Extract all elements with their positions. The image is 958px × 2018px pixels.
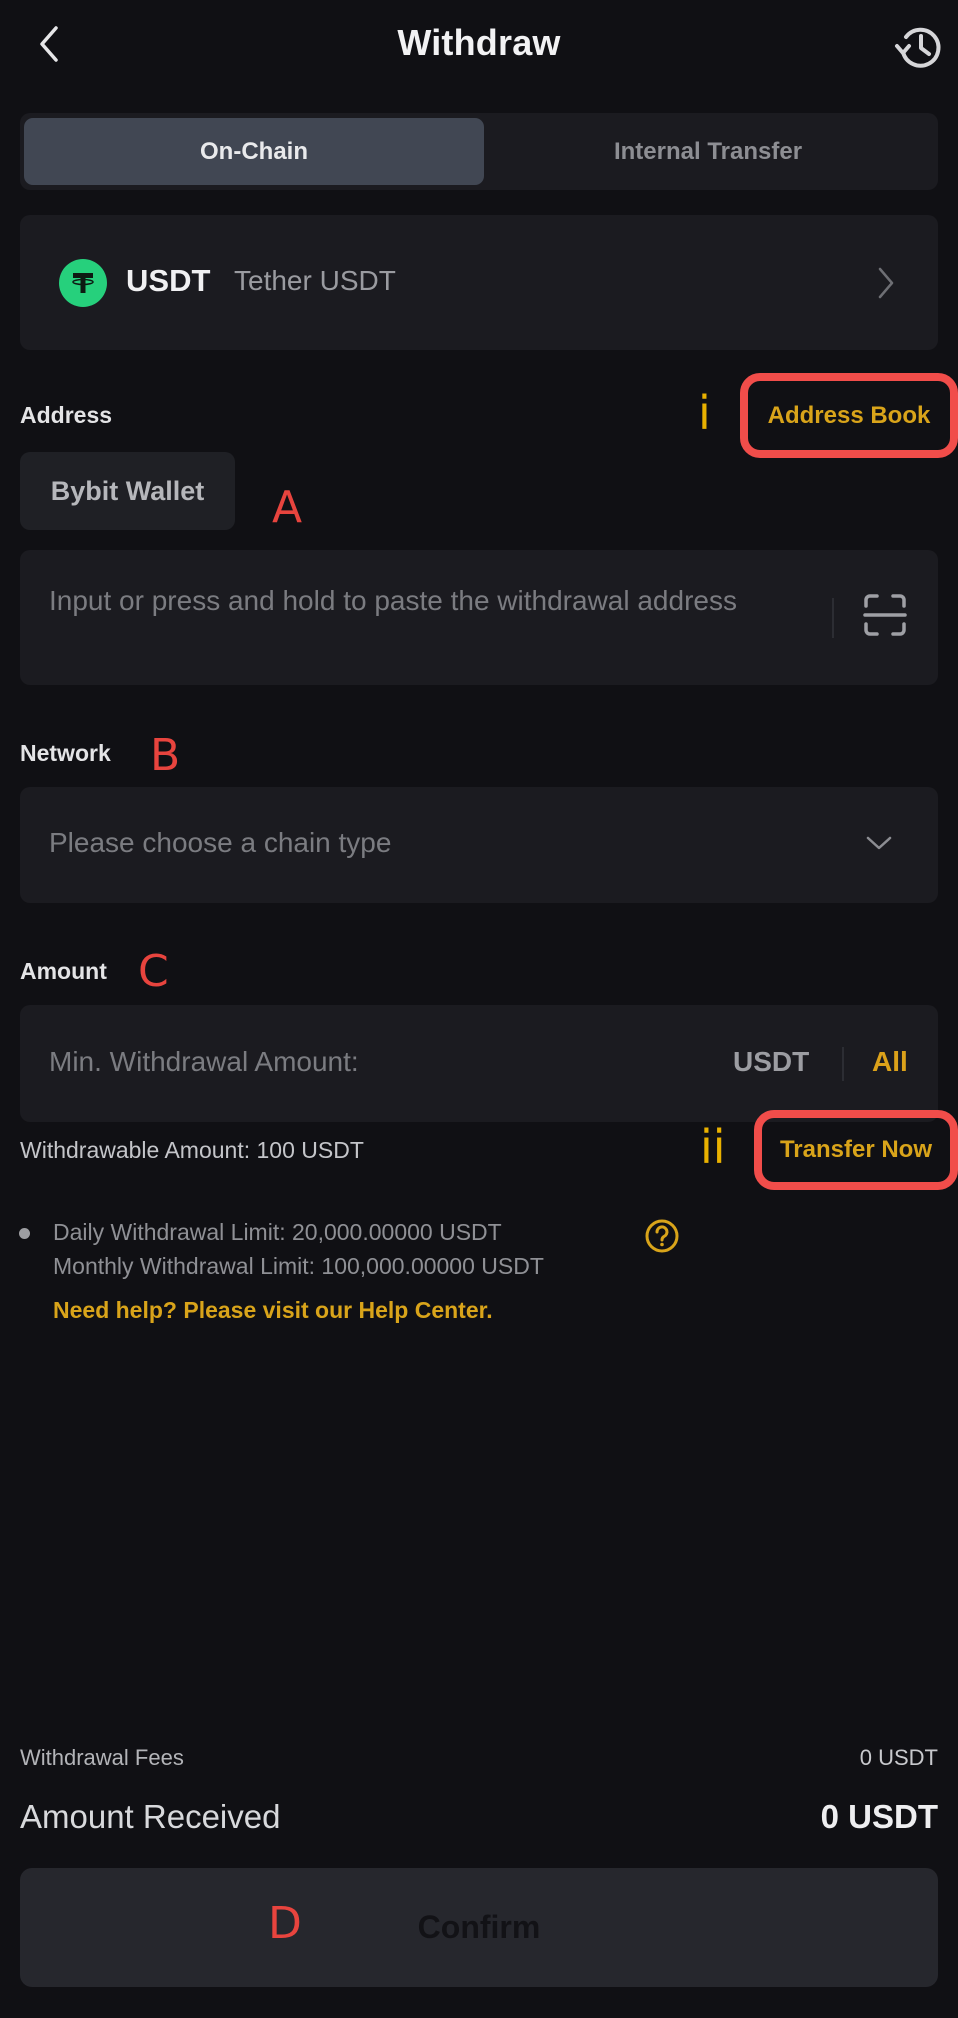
bullet-dot	[19, 1228, 30, 1239]
scan-icon[interactable]	[862, 592, 908, 638]
annotation-d: D	[268, 1898, 302, 1949]
address-input[interactable]: Input or press and hold to paste the wit…	[20, 550, 938, 685]
chevron-down-icon	[866, 836, 892, 850]
divider	[832, 598, 834, 638]
amount-label: Amount	[20, 958, 107, 984]
network-placeholder: Please choose a chain type	[49, 827, 392, 858]
chevron-right-icon	[878, 267, 894, 299]
withdrawable-amount: Withdrawable Amount: 100 USDT	[20, 1137, 364, 1163]
fees-label: Withdrawal Fees	[20, 1745, 184, 1770]
network-label: Network	[20, 740, 111, 766]
address-placeholder: Input or press and hold to paste the wit…	[49, 585, 737, 616]
coin-symbol: USDT	[126, 263, 211, 298]
amount-placeholder: Min. Withdrawal Amount:	[49, 1046, 359, 1077]
coin-selector[interactable]: USDT Tether USDT	[20, 215, 938, 350]
address-book-highlight: Address Book	[740, 373, 958, 458]
annotation-i: i	[698, 386, 711, 440]
address-book-link[interactable]: Address Book	[768, 402, 931, 430]
transfer-now-link[interactable]: Transfer Now	[780, 1136, 932, 1164]
amount-received-label: Amount Received	[20, 1798, 281, 1835]
amount-received-value: 0 USDT	[820, 1798, 938, 1835]
all-button[interactable]: All	[872, 1046, 908, 1078]
bybit-wallet-chip[interactable]: Bybit Wallet	[20, 452, 235, 530]
annotation-b: B	[150, 730, 181, 781]
help-icon[interactable]	[644, 1218, 680, 1254]
address-label: Address	[20, 402, 113, 428]
tether-glyph-icon	[72, 273, 94, 293]
withdraw-type-tabs: On-Chain Internal Transfer	[20, 113, 938, 190]
coin-name: Tether USDT	[234, 265, 396, 296]
monthly-limit: Monthly Withdrawal Limit: 100,000.00000 …	[53, 1253, 544, 1279]
annotation-ii: ii	[700, 1120, 726, 1174]
amount-unit: USDT	[733, 1046, 810, 1077]
amount-input[interactable]: Min. Withdrawal Amount: USDT All	[20, 1005, 938, 1122]
tab-on-chain[interactable]: On-Chain	[24, 118, 484, 185]
history-icon[interactable]	[892, 20, 946, 74]
tab-internal-transfer[interactable]: Internal Transfer	[478, 118, 938, 185]
confirm-button[interactable]: Confirm	[20, 1868, 938, 1987]
tether-icon	[59, 259, 107, 307]
fees-value: 0 USDT	[859, 1745, 938, 1770]
annotation-a: A	[272, 482, 303, 533]
daily-limit: Daily Withdrawal Limit: 20,000.00000 USD…	[53, 1219, 502, 1245]
divider	[842, 1047, 844, 1081]
page-title: Withdraw	[397, 22, 561, 63]
transfer-now-highlight: Transfer Now	[754, 1110, 958, 1190]
help-center-link[interactable]: Need help? Please visit our Help Center.	[53, 1297, 493, 1324]
annotation-c: C	[138, 946, 169, 997]
network-select[interactable]: Please choose a chain type	[20, 787, 938, 903]
